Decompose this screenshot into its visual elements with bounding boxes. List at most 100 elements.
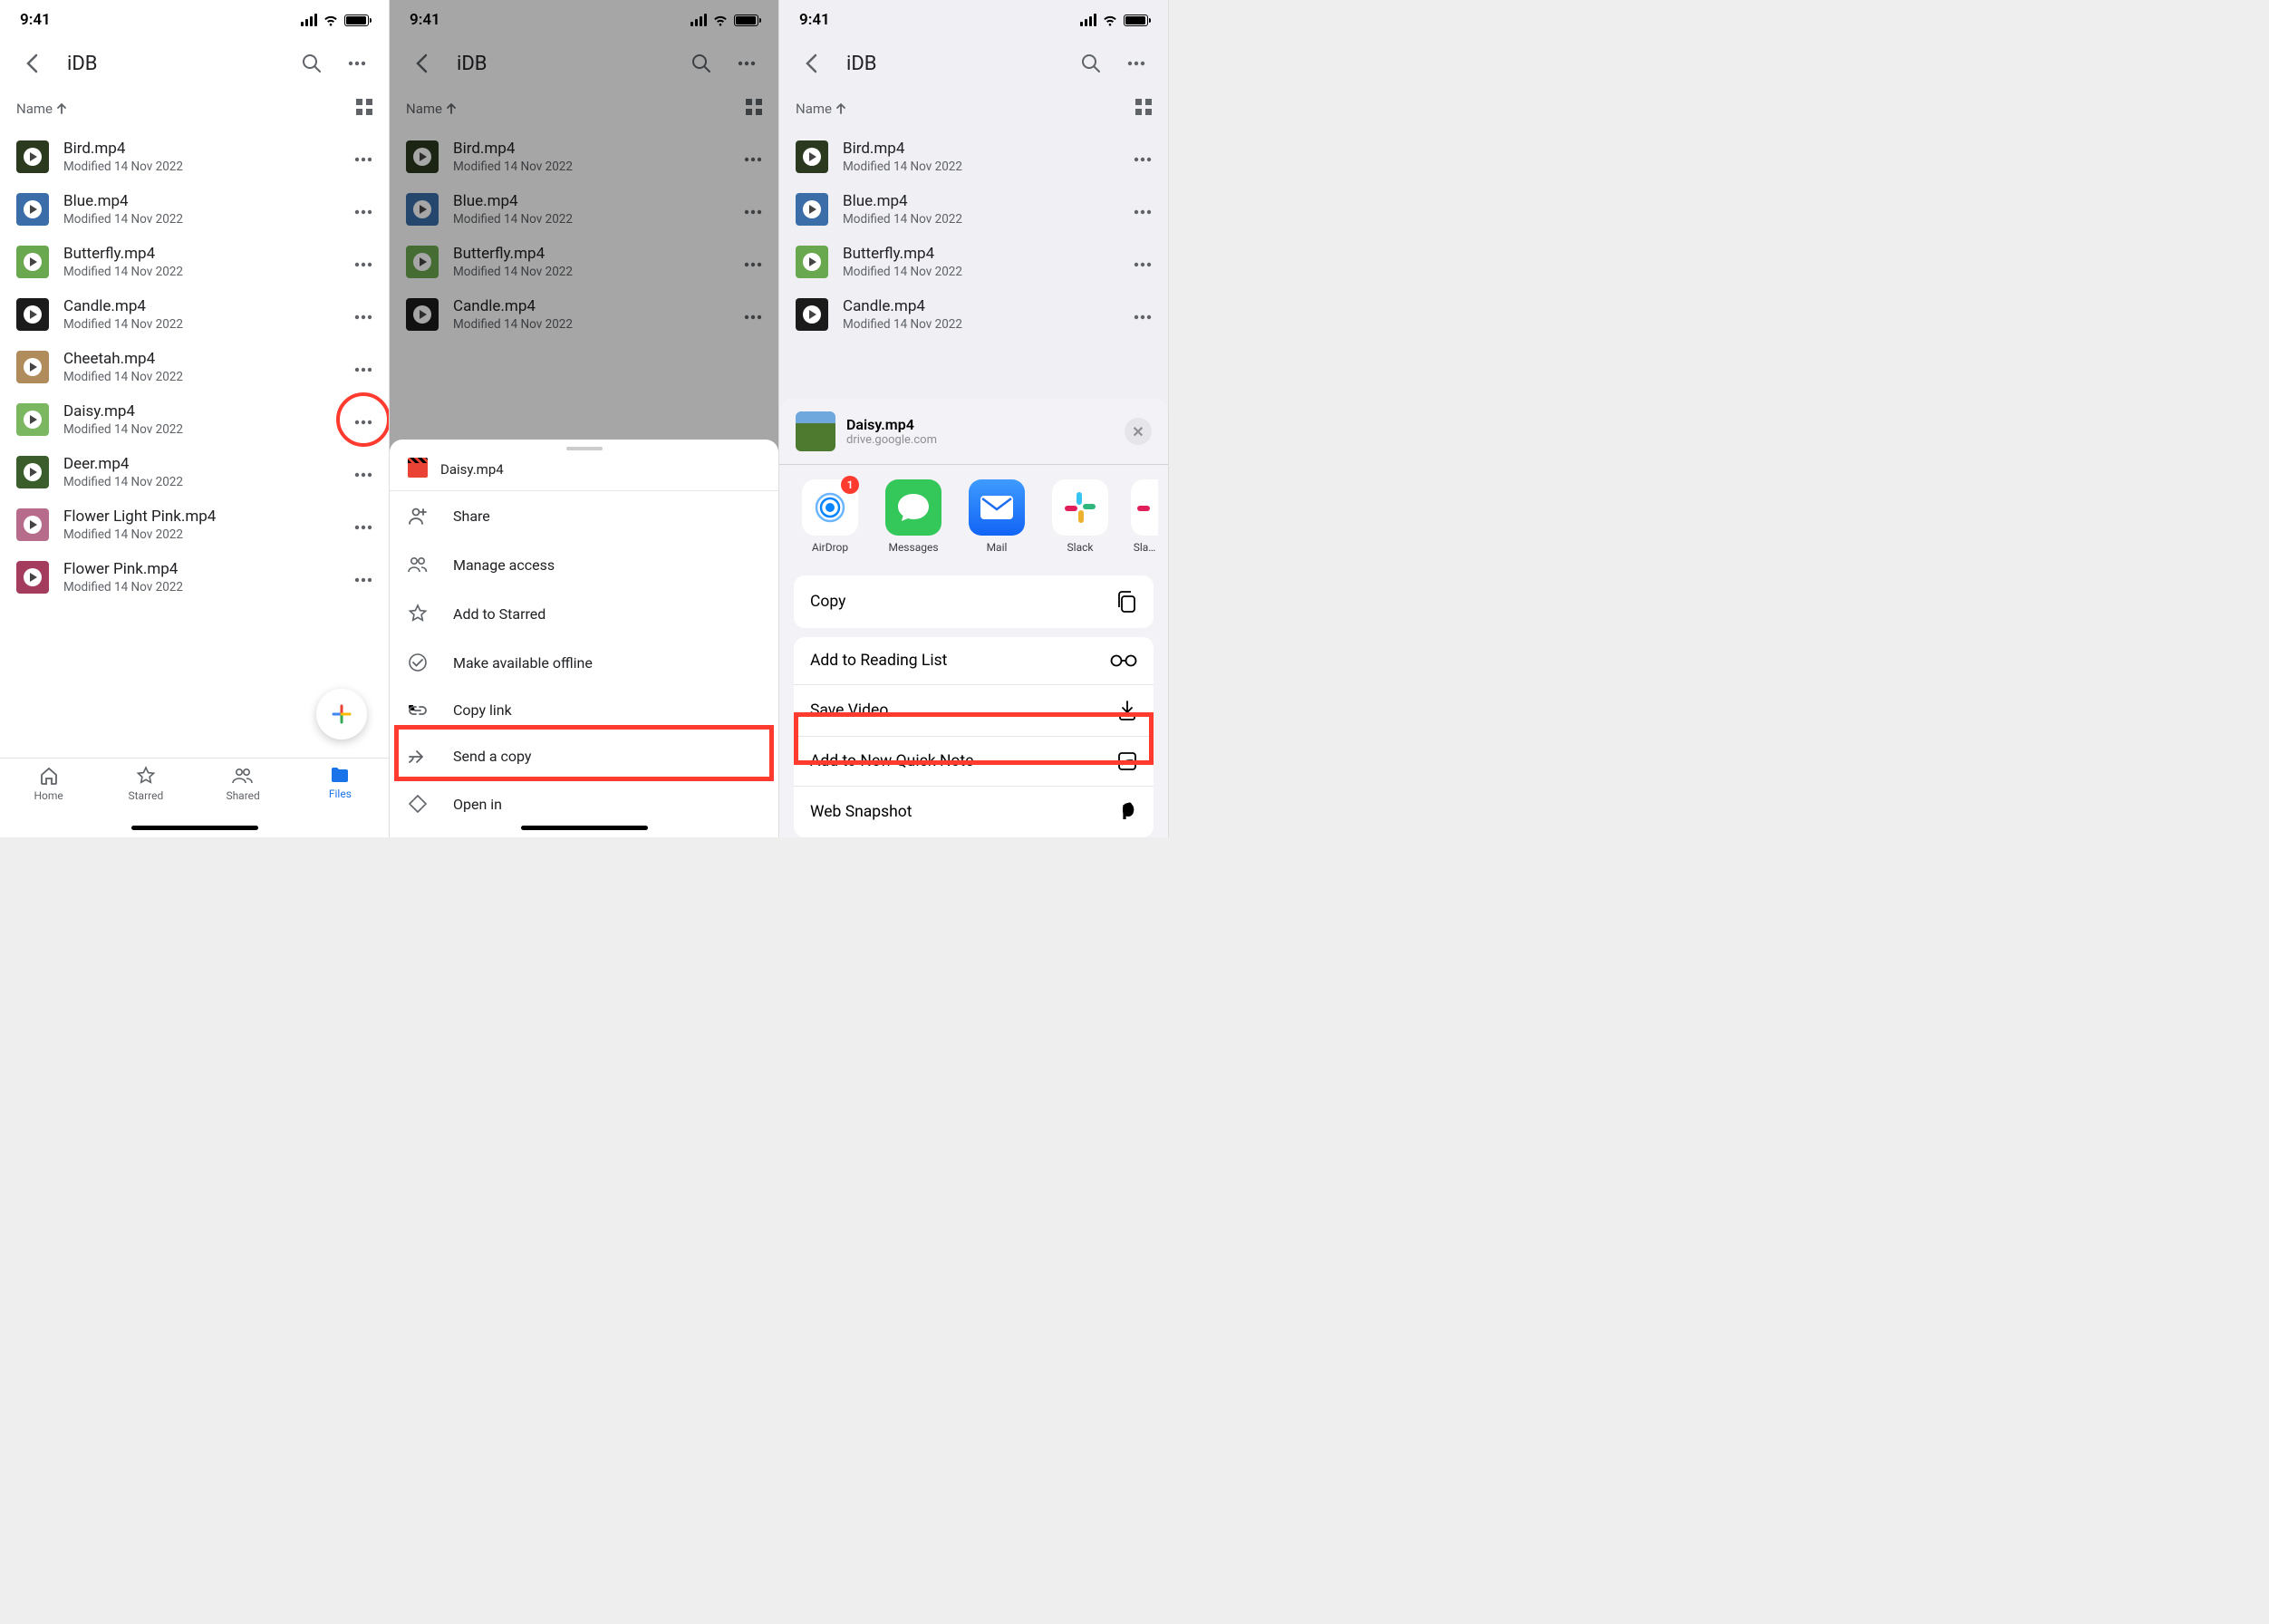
- file-item[interactable]: Blue.mp4 Modified 14 Nov 2022: [390, 183, 778, 236]
- file-subtitle: Modified 14 Nov 2022: [63, 475, 340, 489]
- share-thumbnail: [796, 411, 835, 451]
- overflow-menu-icon[interactable]: [731, 48, 762, 79]
- file-options-icon[interactable]: [354, 201, 372, 218]
- back-chevron-icon[interactable]: [796, 48, 826, 79]
- file-options-icon[interactable]: [1134, 149, 1152, 166]
- share-app-messages[interactable]: Messages: [881, 479, 946, 554]
- share-action-save-video[interactable]: Save Video: [794, 684, 1154, 736]
- file-options-icon[interactable]: [744, 201, 762, 218]
- file-name: Blue.mp4: [453, 192, 729, 210]
- glasses-icon: [1110, 654, 1137, 667]
- share-action-reading-list[interactable]: Add to Reading List: [794, 637, 1154, 684]
- sort-button[interactable]: Name: [796, 101, 846, 117]
- tab-home[interactable]: Home: [22, 766, 76, 802]
- close-icon[interactable]: ✕: [1125, 418, 1152, 445]
- tab-files[interactable]: Files: [313, 766, 367, 800]
- overflow-menu-icon[interactable]: [1121, 48, 1152, 79]
- sort-arrow-up-icon: [446, 103, 457, 114]
- file-options-icon[interactable]: [744, 149, 762, 166]
- file-subtitle: Modified 14 Nov 2022: [63, 370, 340, 384]
- share-app-slack[interactable]: Slack: [1048, 479, 1113, 554]
- fab-new-button[interactable]: [316, 689, 367, 740]
- file-options-icon[interactable]: [354, 149, 372, 166]
- file-name: Deer.mp4: [63, 455, 340, 473]
- action-add-starred[interactable]: Add to Starred: [390, 589, 778, 638]
- file-item[interactable]: Cheetah.mp4 Modified 14 Nov 2022: [0, 341, 389, 393]
- file-item[interactable]: Butterfly.mp4 Modified 14 Nov 2022: [0, 236, 389, 288]
- sort-button[interactable]: Name: [16, 101, 67, 117]
- action-copy-link[interactable]: Copy link: [390, 687, 778, 733]
- file-item[interactable]: Candle.mp4 Modified 14 Nov 2022: [390, 288, 778, 341]
- action-share[interactable]: Share: [390, 491, 778, 540]
- file-item[interactable]: Candle.mp4 Modified 14 Nov 2022: [0, 288, 389, 341]
- file-item[interactable]: Flower Pink.mp4 Modified 14 Nov 2022: [0, 551, 389, 604]
- video-thumbnail: [16, 403, 49, 436]
- file-subtitle: Modified 14 Nov 2022: [843, 160, 1119, 174]
- tab-shared[interactable]: Shared: [216, 766, 270, 802]
- home-indicator: [131, 826, 258, 830]
- file-options-icon[interactable]: [744, 254, 762, 271]
- sort-arrow-up-icon: [56, 103, 67, 114]
- back-chevron-icon[interactable]: [406, 48, 437, 79]
- file-item[interactable]: Bird.mp4 Modified 14 Nov 2022: [390, 130, 778, 183]
- file-options-icon[interactable]: [354, 359, 372, 376]
- grid-view-icon[interactable]: [1135, 99, 1152, 119]
- action-open-in[interactable]: Open in: [390, 779, 778, 828]
- share-action-copy[interactable]: Copy: [794, 575, 1154, 628]
- tab-starred[interactable]: Starred: [119, 766, 173, 802]
- grid-view-icon[interactable]: [356, 99, 372, 119]
- file-item[interactable]: Flower Light Pink.mp4 Modified 14 Nov 20…: [0, 498, 389, 551]
- overflow-menu-icon[interactable]: [342, 48, 372, 79]
- file-options-icon[interactable]: [354, 306, 372, 324]
- file-options-icon[interactable]: [1134, 306, 1152, 324]
- search-icon[interactable]: [1076, 48, 1106, 79]
- file-options-icon[interactable]: [744, 306, 762, 324]
- play-icon: [413, 148, 431, 166]
- action-send-copy[interactable]: Send a copy: [390, 733, 778, 779]
- back-chevron-icon[interactable]: [16, 48, 47, 79]
- share-action-quick-note[interactable]: Add to New Quick Note: [794, 736, 1154, 786]
- file-options-icon[interactable]: [354, 464, 372, 481]
- file-options-icon[interactable]: [354, 517, 372, 534]
- file-options-icon[interactable]: [1134, 201, 1152, 218]
- file-options-icon[interactable]: [354, 569, 372, 586]
- file-item[interactable]: Blue.mp4 Modified 14 Nov 2022: [779, 183, 1168, 236]
- file-item[interactable]: Candle.mp4 Modified 14 Nov 2022: [779, 288, 1168, 341]
- grid-view-icon[interactable]: [746, 99, 762, 119]
- action-manage-access[interactable]: Manage access: [390, 540, 778, 589]
- file-subtitle: Modified 14 Nov 2022: [453, 212, 729, 227]
- file-options-icon[interactable]: [354, 254, 372, 271]
- search-icon[interactable]: [296, 48, 327, 79]
- share-app-mail[interactable]: Mail: [964, 479, 1029, 554]
- file-item[interactable]: Deer.mp4 Modified 14 Nov 2022: [0, 446, 389, 498]
- video-thumbnail: [796, 140, 828, 173]
- file-name: Bird.mp4: [63, 140, 340, 158]
- share-app-airdrop[interactable]: 1 AirDrop: [797, 479, 863, 554]
- sheet-handle[interactable]: [566, 447, 603, 450]
- sort-row: Name: [0, 87, 389, 130]
- file-item[interactable]: Bird.mp4 Modified 14 Nov 2022: [0, 130, 389, 183]
- signal-icon: [1080, 14, 1096, 26]
- play-icon: [24, 253, 42, 271]
- play-icon: [24, 411, 42, 429]
- share-action-web-snapshot[interactable]: Web Snapshot P: [794, 786, 1154, 837]
- file-options-icon[interactable]: [354, 411, 372, 429]
- battery-icon: [344, 14, 369, 26]
- file-name: Butterfly.mp4: [63, 245, 340, 263]
- file-options-icon[interactable]: [1134, 254, 1152, 271]
- video-thumbnail: [16, 351, 49, 383]
- search-icon[interactable]: [686, 48, 717, 79]
- nav-header: iDB: [0, 40, 389, 87]
- sort-button[interactable]: Name: [406, 101, 457, 117]
- video-thumbnail: [16, 140, 49, 173]
- file-name: Butterfly.mp4: [453, 245, 729, 263]
- file-item[interactable]: Daisy.mp4 Modified 14 Nov 2022: [0, 393, 389, 446]
- file-name: Blue.mp4: [843, 192, 1119, 210]
- share-app-slack-peek[interactable]: Sla…: [1131, 479, 1158, 554]
- file-item[interactable]: Butterfly.mp4 Modified 14 Nov 2022: [779, 236, 1168, 288]
- action-make-offline[interactable]: Make available offline: [390, 638, 778, 687]
- file-item[interactable]: Butterfly.mp4 Modified 14 Nov 2022: [390, 236, 778, 288]
- file-item[interactable]: Bird.mp4 Modified 14 Nov 2022: [779, 130, 1168, 183]
- file-item[interactable]: Blue.mp4 Modified 14 Nov 2022: [0, 183, 389, 236]
- file-subtitle: Modified 14 Nov 2022: [453, 265, 729, 279]
